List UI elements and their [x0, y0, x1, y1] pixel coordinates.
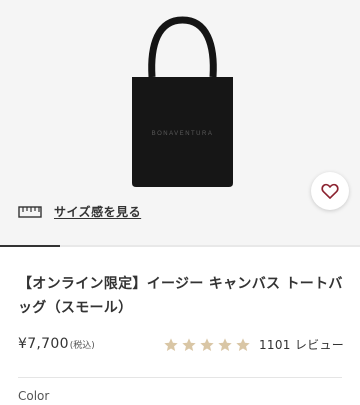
- star-icon: [182, 337, 196, 351]
- size-guide-label: サイズ感を見る: [54, 205, 142, 219]
- product-gallery[interactable]: BONAVENTURA サイズ感を見る: [0, 0, 360, 245]
- rating[interactable]: 1101 レビュー: [163, 336, 344, 353]
- star-icon: [164, 337, 178, 351]
- star-icon: [236, 337, 250, 351]
- divider: [18, 377, 342, 378]
- bag-print-text: BONAVENTURA: [152, 131, 214, 137]
- rating-stars: [163, 337, 253, 353]
- product-image: BONAVENTURA: [132, 16, 233, 187]
- ruler-icon: [18, 205, 42, 218]
- tax-note: (税込): [69, 341, 95, 351]
- size-guide-link[interactable]: サイズ感を見る: [18, 203, 141, 220]
- price-row: ¥7,700 (税込) 1101 レビュー: [18, 336, 348, 356]
- price: ¥7,700: [18, 336, 69, 352]
- star-icon: [200, 337, 214, 351]
- heart-icon: [321, 183, 339, 199]
- review-count: 1101 レビュー: [259, 338, 345, 352]
- carousel-indicator-active: [0, 245, 60, 247]
- star-icon: [218, 337, 232, 351]
- product-title: 【オンライン限定】イージー キャンバス トートバッグ（スモール）: [18, 276, 343, 316]
- color-label: Color: [18, 389, 50, 403]
- favorite-button[interactable]: [311, 172, 349, 210]
- carousel-indicator: [0, 245, 360, 247]
